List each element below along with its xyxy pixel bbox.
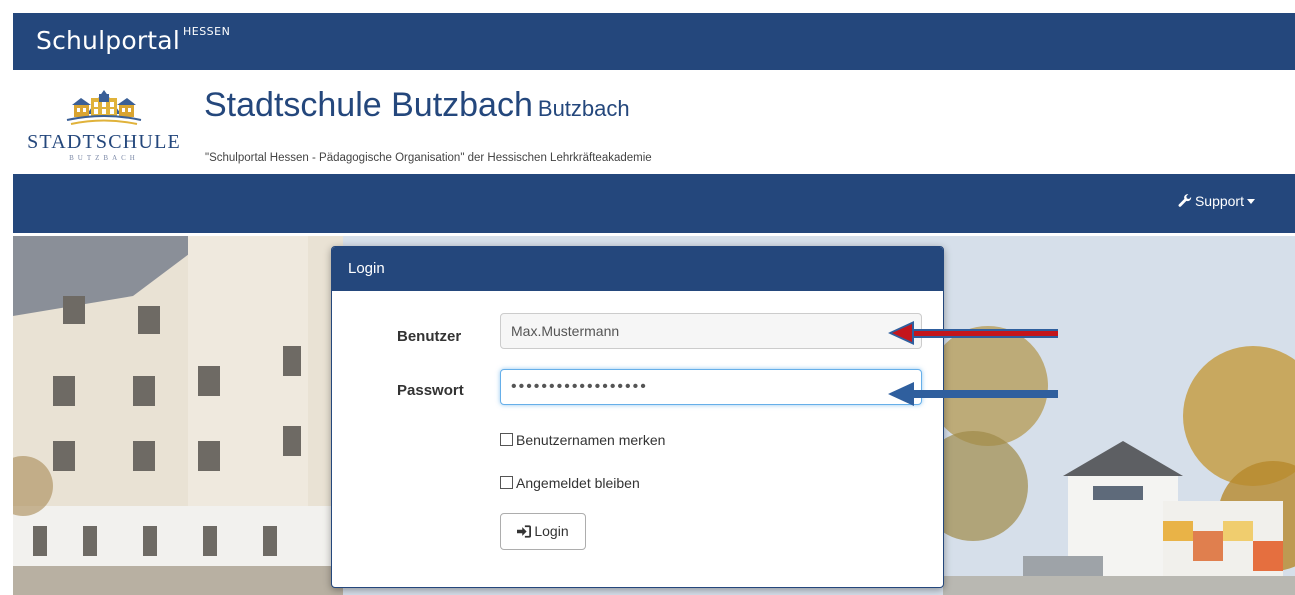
- arrow-red-icon: [888, 321, 1058, 345]
- annotation-arrows: [888, 321, 1058, 406]
- arrow-blue-icon: [888, 382, 1058, 406]
